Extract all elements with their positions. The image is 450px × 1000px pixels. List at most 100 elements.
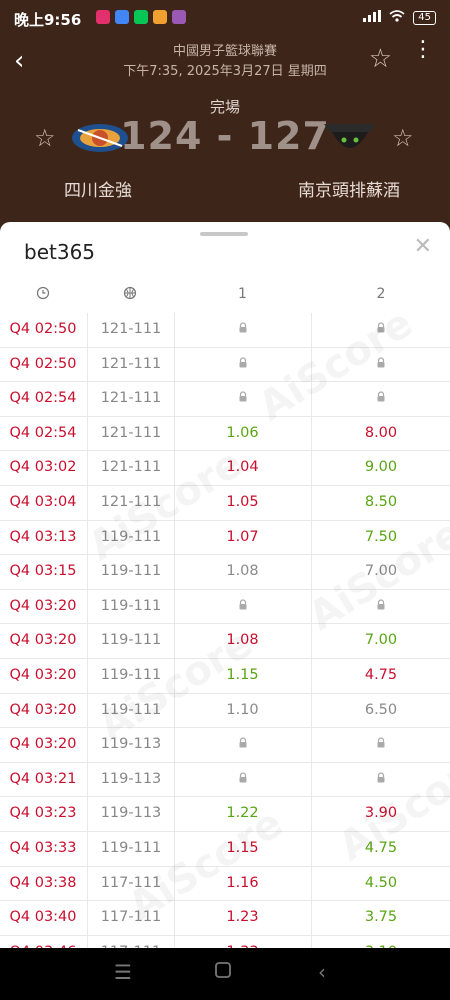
odds-home: 1.15 xyxy=(174,658,312,693)
odds-row: Q4 02:54 121-111 1.06 8.00 xyxy=(0,416,450,452)
odds-score: 117-111 xyxy=(87,935,175,948)
odds-time: Q4 02:50 xyxy=(9,355,77,372)
odds-time: Q4 03:02 xyxy=(9,459,77,476)
odds-time: Q4 03:38 xyxy=(9,874,77,891)
odds-score: 117-111 xyxy=(87,901,175,935)
odds-time: Q4 03:20 xyxy=(9,736,77,753)
clock: 晚上9:56 xyxy=(14,11,82,29)
odds-home: 1.23 xyxy=(174,901,312,935)
score: 124 - 127 xyxy=(120,114,330,158)
odds-score: 119-111 xyxy=(87,555,175,589)
odds-score: 121-111 xyxy=(87,382,175,416)
odds-time: Q4 03:13 xyxy=(9,528,77,545)
signal-icon xyxy=(363,10,382,25)
odds-score: 121-111 xyxy=(87,451,175,485)
odds-score: 119-111 xyxy=(87,520,175,555)
away-team-name: 南京頭排蘇酒 xyxy=(298,181,400,201)
battery-icon: 45 xyxy=(413,10,436,25)
odds-away: 3.75 xyxy=(364,909,398,926)
odds-score: 119-111 xyxy=(87,831,175,866)
odds-time: Q4 03:23 xyxy=(9,805,77,822)
odds-home: 1.07 xyxy=(174,520,312,555)
cat-app-icon xyxy=(153,10,167,24)
odds-home xyxy=(174,313,312,347)
odds-score: 119-111 xyxy=(87,624,175,658)
back-nav-icon[interactable]: ‹ xyxy=(318,960,326,984)
clock-icon xyxy=(36,286,50,304)
home-icon[interactable] xyxy=(214,960,232,984)
odds-row: Q4 03:21 119-113 xyxy=(0,762,450,798)
odds-home: 1.33 xyxy=(174,935,312,948)
odds-away xyxy=(312,728,450,762)
odds-home: 1.10 xyxy=(174,693,312,728)
odds-row: Q4 03:38 117-111 1.16 4.50 xyxy=(0,866,450,902)
odds-score: 117-111 xyxy=(87,866,175,901)
lock-icon xyxy=(238,357,248,371)
odds-time: Q4 03:46 xyxy=(0,936,86,948)
lock-icon xyxy=(376,357,386,371)
close-icon[interactable]: ✕ xyxy=(414,234,432,259)
odds-row: Q4 03:15 119-111 1.08 7.00 xyxy=(0,555,450,590)
odds-home xyxy=(174,382,312,416)
odds-row: Q4 03:02 121-111 1.04 9.00 xyxy=(0,451,450,486)
odds-row: Q4 03:20 119-111 xyxy=(0,589,450,625)
odds-away xyxy=(312,348,450,382)
odds-home: 1.04 xyxy=(174,451,312,485)
recent-apps-icon[interactable]: ☰ xyxy=(114,960,132,984)
odds-row: Q4 02:54 121-111 xyxy=(0,382,450,417)
favorite-match-star-icon[interactable]: ☆ xyxy=(369,44,392,74)
odds-away: 9.00 xyxy=(364,459,398,476)
favorite-away-star-icon[interactable]: ☆ xyxy=(392,124,414,152)
odds-away: 8.00 xyxy=(364,424,398,441)
odds-row: Q4 03:33 119-111 1.15 4.75 xyxy=(0,831,450,867)
odds-time: Q4 03:20 xyxy=(9,597,77,614)
odds-time: Q4 03:33 xyxy=(9,839,77,856)
odds-time: Q4 02:54 xyxy=(9,390,77,407)
odds-away: 4.75 xyxy=(364,839,398,856)
odds-away: 6.50 xyxy=(364,701,398,718)
more-options-icon[interactable]: ⋮ xyxy=(412,39,434,61)
bookmaker-title: bet365 xyxy=(24,240,96,264)
odds-time: Q4 03:20 xyxy=(9,701,77,718)
odds-away: 7.50 xyxy=(364,528,398,545)
odds-score: 121-111 xyxy=(87,347,175,382)
odds-sheet: bet365 ✕ 1 2 Q4 02:50 121-111 Q4 02:50 121-… xyxy=(0,222,450,948)
odds-row: Q4 03:46117-1111.333.10 xyxy=(0,935,450,948)
odds-away: 3.90 xyxy=(364,805,398,822)
mail-app-icon xyxy=(172,10,186,24)
system-indicators: 45 xyxy=(363,10,436,25)
lock-icon xyxy=(238,322,248,336)
odds-away: 7.00 xyxy=(364,563,398,580)
odds-home xyxy=(174,347,312,382)
odds-home: 1.05 xyxy=(174,485,312,520)
odds-away xyxy=(312,382,450,416)
instagram-icon xyxy=(96,10,110,24)
odds-score: 119-111 xyxy=(87,693,175,728)
col-header-time xyxy=(0,286,86,306)
odds-score: 119-113 xyxy=(87,728,175,762)
odds-time: Q4 03:20 xyxy=(9,632,77,649)
home-team-name: 四川金強 xyxy=(64,181,132,201)
odds-row: Q4 03:13 119-111 1.07 7.50 xyxy=(0,520,450,556)
odds-score: 121-111 xyxy=(87,313,175,347)
odds-time: Q4 03:20 xyxy=(9,666,77,683)
odds-row: Q4 03:20 119-111 1.10 6.50 xyxy=(0,693,450,729)
odds-time: Q4 03:21 xyxy=(9,770,77,787)
odds-away: 7.00 xyxy=(364,632,398,649)
system-nav-bar: ☰ ‹ xyxy=(0,948,450,1000)
lock-icon xyxy=(376,737,386,751)
lock-icon xyxy=(376,391,386,405)
odds-home: 1.08 xyxy=(174,555,312,589)
odds-row: Q4 02:50 121-111 xyxy=(0,313,450,348)
odds-time: Q4 02:54 xyxy=(9,424,77,441)
odds-table: Q4 02:50 121-111 Q4 02:50 121-111 Q4 02:54 12… xyxy=(0,313,450,948)
odds-row: Q4 03:20 119-111 1.15 4.75 xyxy=(0,658,450,694)
drag-handle[interactable] xyxy=(200,232,248,236)
lock-icon xyxy=(376,599,386,613)
lock-icon xyxy=(376,772,386,786)
odds-score: 121-111 xyxy=(87,416,175,451)
lock-icon xyxy=(238,737,248,751)
odds-time: Q4 03:15 xyxy=(9,563,77,580)
basketball-icon xyxy=(123,286,137,304)
odds-away xyxy=(312,313,450,347)
